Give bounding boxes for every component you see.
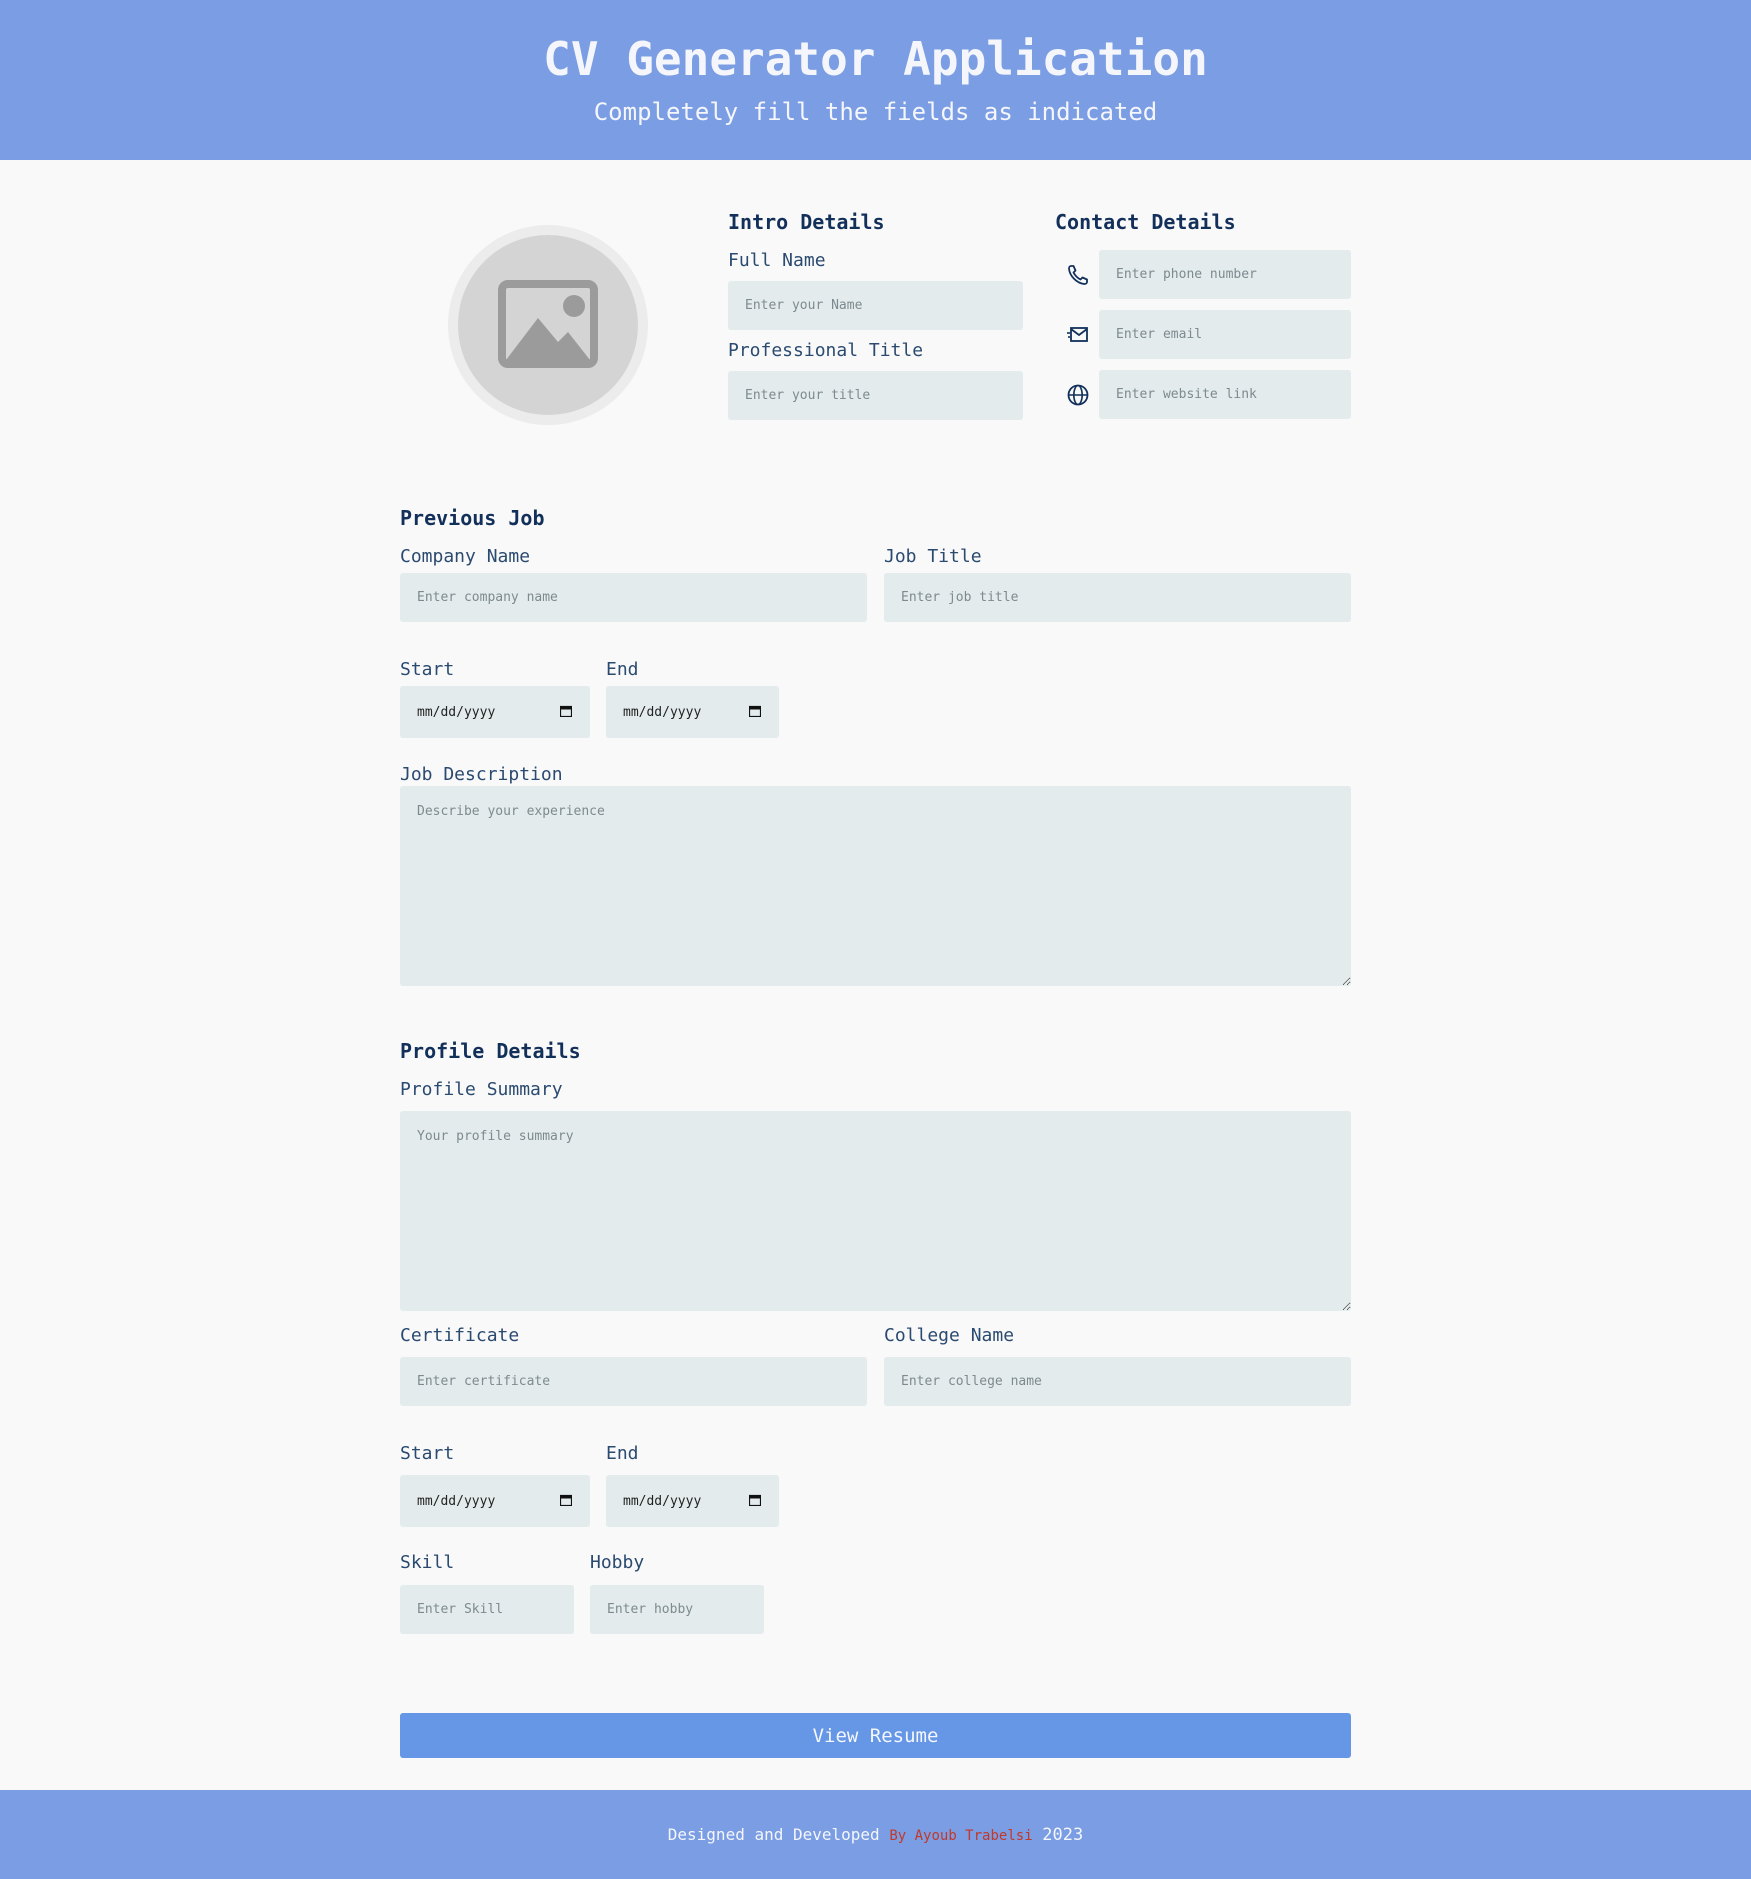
page-footer: Designed and Developed By Ayoub Trabelsi… — [0, 1790, 1751, 1879]
calendar-icon[interactable] — [560, 705, 572, 717]
website-input[interactable] — [1099, 370, 1351, 419]
mail-icon — [1067, 327, 1088, 342]
job-start-date-input[interactable]: mm/dd/yyyy — [400, 686, 590, 738]
calendar-icon[interactable] — [560, 1494, 572, 1506]
skill-input[interactable] — [400, 1585, 574, 1634]
calendar-icon[interactable] — [749, 1494, 761, 1506]
college-name-label: College Name — [884, 1325, 1015, 1346]
profile-section-title: Profile Details — [400, 1039, 581, 1063]
job-end-label: End — [606, 659, 639, 680]
job-description-textarea[interactable] — [400, 786, 1351, 986]
hobby-label: Hobby — [590, 1552, 645, 1573]
profile-summary-label: Profile Summary — [400, 1079, 563, 1100]
footer-year: 2023 — [1042, 1825, 1084, 1845]
avatar-upload[interactable] — [448, 225, 648, 425]
full-name-input[interactable] — [728, 281, 1023, 330]
page-subtitle: Completely fill the fields as indicated — [593, 98, 1158, 126]
education-end-date-input[interactable]: mm/dd/yyyy — [606, 1475, 779, 1527]
certificate-input[interactable] — [400, 1357, 867, 1406]
image-placeholder-icon — [498, 280, 598, 368]
job-title-label: Job Title — [884, 546, 982, 567]
job-start-label: Start — [400, 659, 455, 680]
education-end-label: End — [606, 1443, 639, 1464]
education-start-label: Start — [400, 1443, 455, 1464]
view-resume-button[interactable]: View Resume — [400, 1713, 1351, 1758]
contact-section-title: Contact Details — [1055, 210, 1236, 234]
phone-icon — [1068, 265, 1088, 285]
calendar-icon[interactable] — [749, 705, 761, 717]
company-name-label: Company Name — [400, 546, 531, 567]
professional-title-label: Professional Title — [728, 340, 924, 361]
avatar — [458, 235, 638, 415]
phone-input[interactable] — [1099, 250, 1351, 299]
job-start-date-value: mm/dd/yyyy — [417, 704, 496, 720]
footer-text: Designed and Developed — [667, 1825, 880, 1844]
job-end-date-value: mm/dd/yyyy — [623, 704, 702, 720]
job-end-date-input[interactable]: mm/dd/yyyy — [606, 686, 779, 738]
intro-section-title: Intro Details — [728, 210, 885, 234]
page-header: CV Generator Application Completely fill… — [0, 0, 1751, 160]
education-start-date-value: mm/dd/yyyy — [417, 1493, 496, 1509]
full-name-label: Full Name — [728, 250, 826, 271]
hobby-input[interactable] — [590, 1585, 764, 1634]
page-title: CV Generator Application — [543, 32, 1208, 86]
job-title-input[interactable] — [884, 573, 1351, 622]
professional-title-input[interactable] — [728, 371, 1023, 420]
company-name-input[interactable] — [400, 573, 867, 622]
skill-label: Skill — [400, 1552, 455, 1573]
profile-summary-textarea[interactable] — [400, 1111, 1351, 1311]
job-description-label: Job Description — [400, 764, 563, 785]
previous-job-section-title: Previous Job — [400, 506, 545, 530]
college-name-input[interactable] — [884, 1357, 1351, 1406]
footer-author-link[interactable]: By Ayoub Trabelsi — [889, 1828, 1032, 1844]
education-end-date-value: mm/dd/yyyy — [623, 1493, 702, 1509]
education-start-date-input[interactable]: mm/dd/yyyy — [400, 1475, 590, 1527]
email-input[interactable] — [1099, 310, 1351, 359]
globe-icon — [1067, 384, 1089, 406]
certificate-label: Certificate — [400, 1325, 520, 1346]
